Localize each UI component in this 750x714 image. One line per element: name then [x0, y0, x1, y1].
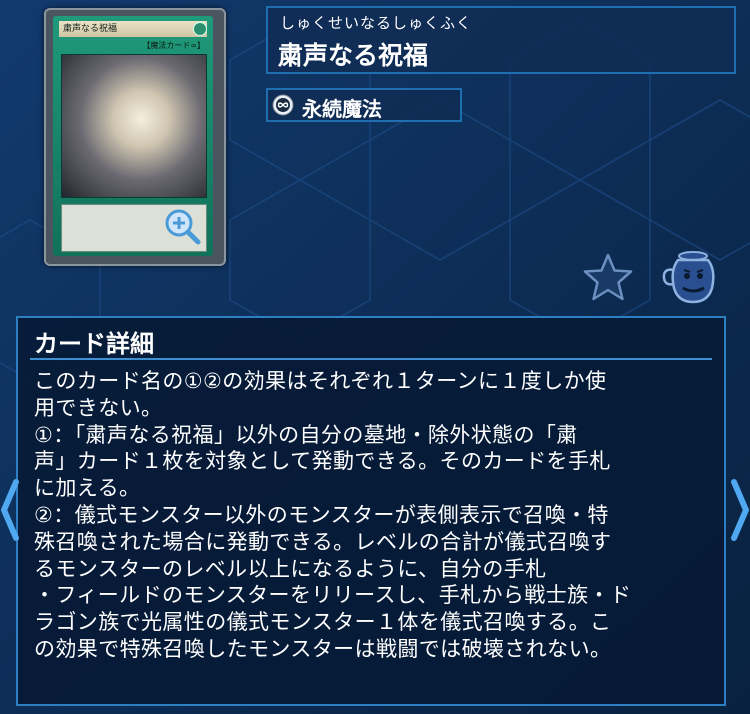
chevron-right-icon[interactable]: [730, 478, 750, 542]
card-name-ruby: しゅくせいなるしゅくふく: [280, 14, 473, 32]
card-image-type: 【魔法カード∞】: [142, 41, 205, 50]
star-icon[interactable]: [582, 252, 634, 302]
card-type-box: 永続魔法: [266, 88, 462, 122]
card-attribute-icon: [193, 22, 207, 36]
card-name-box: しゅくせいなるしゅくふく 粛声なる祝福: [266, 6, 736, 74]
card-detail-header: カード詳細: [34, 330, 154, 358]
pot-icon[interactable]: [660, 248, 720, 306]
zoom-in-icon[interactable]: [162, 206, 202, 246]
divider: [30, 358, 712, 360]
chevron-left-icon[interactable]: [0, 478, 20, 542]
card-name: 粛声なる祝福: [278, 41, 429, 70]
card-image-name: 粛声なる祝福: [59, 21, 207, 37]
card-effect-text: このカード名の①②の効果はそれぞれ１ターンに１度しか使 用できない。 ①：「粛声…: [34, 369, 632, 661]
card-detail-panel: カード詳細 このカード名の①②の効果はそれぞれ１ターンに１度しか使 用できない。…: [16, 316, 726, 706]
card-type-label: 永続魔法: [302, 97, 382, 121]
continuous-spell-icon: [272, 94, 294, 116]
card-artwork: [61, 54, 207, 198]
